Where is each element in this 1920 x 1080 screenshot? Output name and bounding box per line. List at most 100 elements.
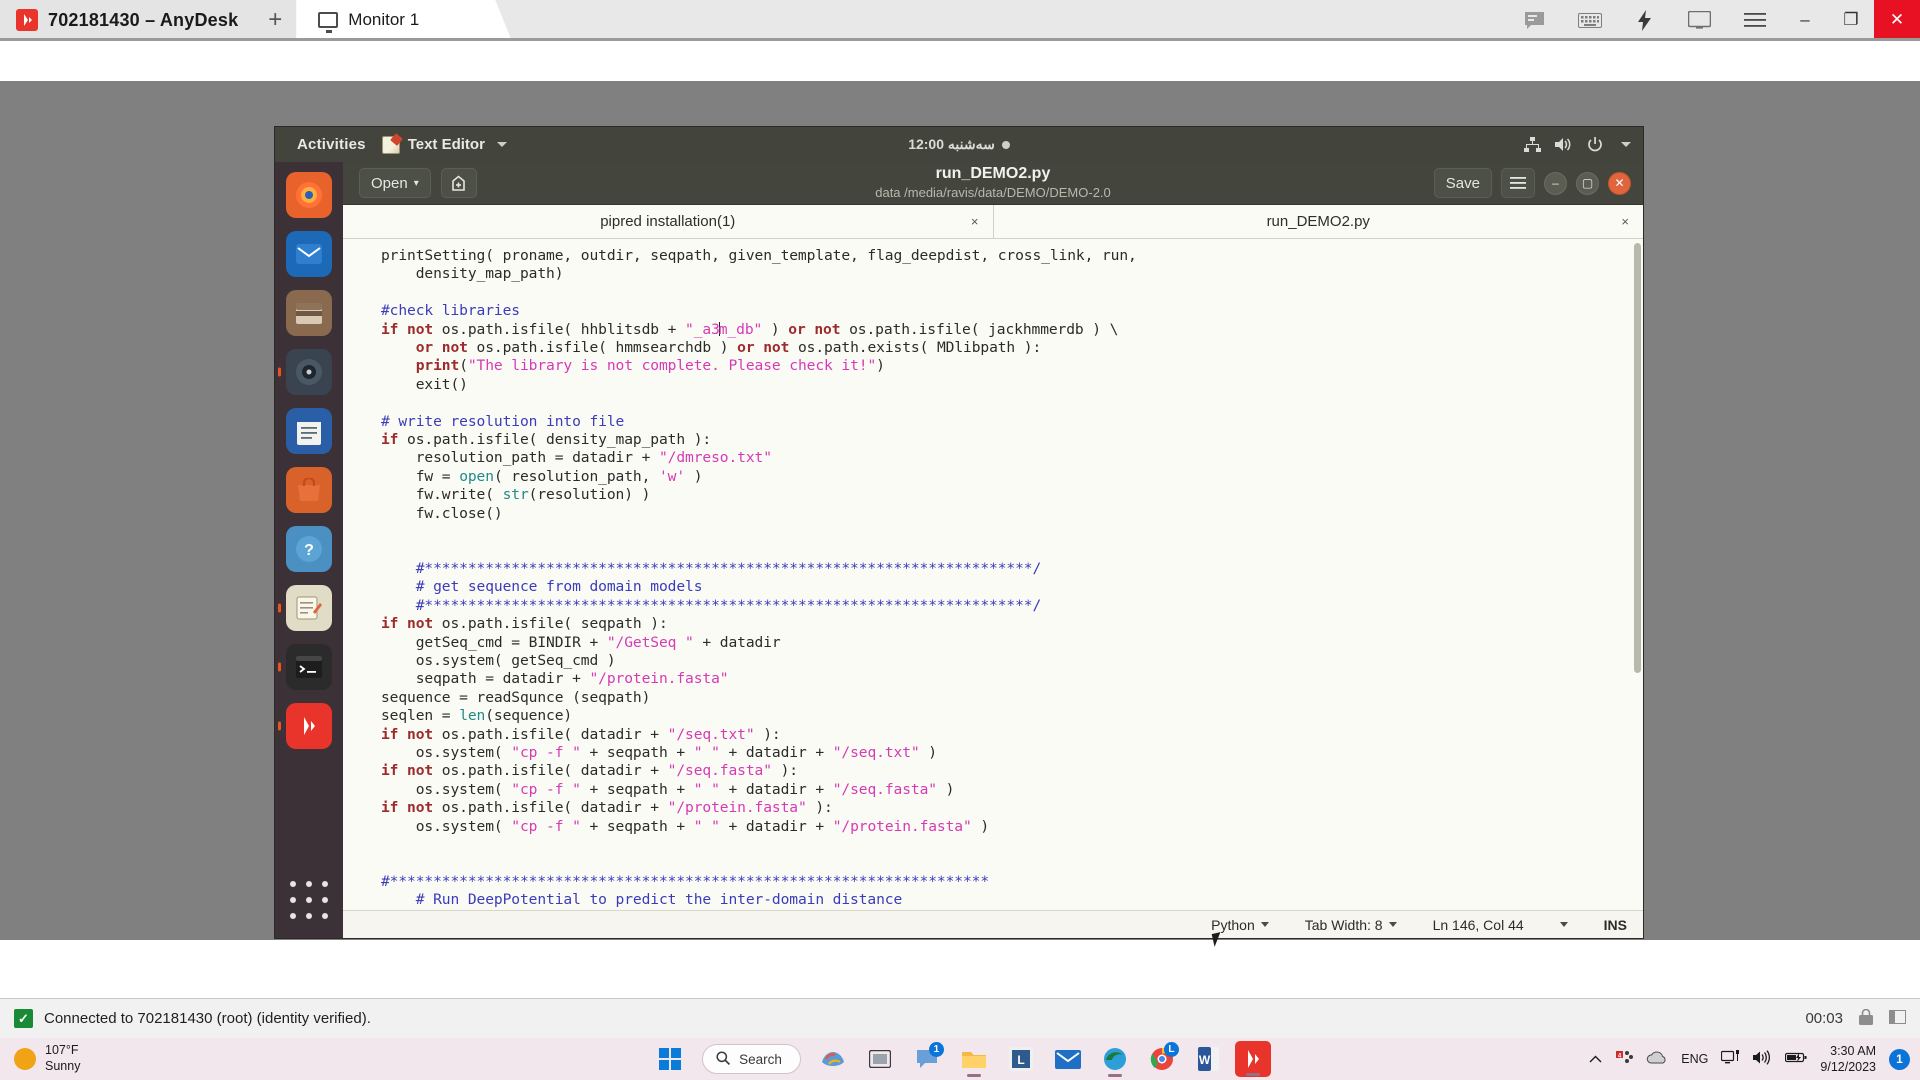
code-line: os.system( "cp -f " + seqpath + " " + da…: [381, 781, 1643, 799]
tab-run-demo2[interactable]: run_DEMO2.py ×: [993, 205, 1643, 238]
notification-badge[interactable]: 1: [1889, 1048, 1910, 1070]
statusbar-extra-menu[interactable]: [1542, 922, 1586, 927]
weather-temperature: 107°F: [45, 1043, 79, 1058]
show-applications-button[interactable]: [287, 878, 331, 922]
new-document-icon[interactable]: [440, 168, 477, 198]
code-line: os.system( getSeq_cmd ): [381, 652, 1643, 670]
code-line: #***************************************…: [381, 560, 1643, 578]
edge-icon[interactable]: [1094, 1040, 1136, 1078]
code-line: fw.close(): [381, 505, 1643, 523]
anydesk-taskbar-icon[interactable]: [1234, 1041, 1271, 1077]
dock-item-thunderbird[interactable]: [286, 231, 332, 277]
code-line: print("The library is not complete. Plea…: [381, 357, 1643, 375]
dock-item-text-editor[interactable]: [286, 585, 332, 631]
code-editor-area[interactable]: printSetting( proname, outdir, seqpath, …: [343, 239, 1643, 910]
gedit-minimize-button[interactable]: –: [1544, 171, 1567, 195]
screen-icon[interactable]: [1672, 0, 1727, 40]
apps-tray-icon[interactable]: 4: [1615, 1050, 1634, 1069]
dock-item-libreoffice-writer[interactable]: [286, 408, 332, 454]
network-icon[interactable]: [1721, 1050, 1740, 1068]
cursor-position: Ln 146, Col 44: [1432, 916, 1524, 933]
gnome-clock-text: سه‌شنبه 12:00: [908, 136, 995, 152]
close-icon[interactable]: ×: [971, 214, 979, 229]
mail-icon[interactable]: [1047, 1040, 1089, 1078]
dock-item-help[interactable]: ?: [286, 526, 332, 572]
chat-icon[interactable]: [1507, 0, 1562, 40]
gnome-clock[interactable]: سه‌شنبه 12:00: [859, 136, 1059, 153]
code-token: ): [936, 780, 955, 798]
code-token: #***************************************…: [415, 596, 1042, 614]
copilot-icon[interactable]: [812, 1040, 854, 1078]
language-selector[interactable]: Python: [1193, 917, 1287, 933]
gnome-system-tray[interactable]: [1524, 127, 1631, 162]
code-token: os.path.isfile( density_map_path ):: [398, 431, 712, 449]
window-close-button[interactable]: ✕: [1874, 0, 1920, 40]
editor-scrollbar[interactable]: [1634, 243, 1641, 673]
hamburger-menu-icon[interactable]: [1501, 168, 1535, 198]
gnome-app-menu[interactable]: Text Editor: [381, 135, 507, 154]
save-button[interactable]: Save: [1433, 168, 1492, 198]
dock-item-rhythmbox[interactable]: [286, 349, 332, 395]
anydesk-status-bar: ✓ Connected to 702181430 (root) (identit…: [0, 998, 1920, 1038]
code-token: os.path.isfile( datadir +: [433, 799, 668, 817]
weather-widget[interactable]: 107°F Sunny: [0, 1043, 200, 1074]
code-token: or not: [415, 339, 468, 357]
gedit-close-button[interactable]: ✕: [1608, 171, 1631, 195]
code-token: + datadir +: [719, 743, 833, 761]
tab-pipred-installation[interactable]: pipred installation(1) ×: [343, 205, 994, 238]
onedrive-icon[interactable]: [1646, 1051, 1668, 1067]
code-token: + seqpath +: [580, 743, 694, 761]
gedit-maximize-button[interactable]: ▢: [1576, 171, 1599, 195]
code-token: #check libraries: [381, 302, 520, 320]
gnome-top-bar: Activities Text Editor سه‌شنبه 12:00: [275, 127, 1643, 162]
file-explorer-icon[interactable]: [953, 1040, 995, 1078]
activities-button[interactable]: Activities: [275, 136, 382, 153]
code-token: fw =: [381, 467, 460, 485]
anydesk-window: 702181430 – AnyDesk + Monitor 1 – ❐ ✕ Ac…: [0, 0, 1920, 1080]
code-token: "/seq.txt": [832, 743, 920, 761]
dock-item-terminal[interactable]: [286, 644, 332, 690]
code-line: seqpath = datadir + "/protein.fasta": [381, 670, 1643, 688]
code-token: os.path.isfile( datadir +: [433, 762, 668, 780]
tab-width-selector[interactable]: Tab Width: 8: [1287, 917, 1415, 933]
anydesk-tab-monitor-1[interactable]: Monitor 1: [296, 0, 511, 40]
volume-icon[interactable]: [1753, 1050, 1772, 1068]
dock-item-ubuntu-software[interactable]: [286, 467, 332, 513]
viewport-bottom-letterbox: [0, 940, 1920, 998]
open-button[interactable]: Open ▾: [359, 168, 431, 198]
window-maximize-button[interactable]: ❐: [1828, 0, 1874, 40]
code-token: if not: [381, 799, 434, 817]
dock-item-anydesk[interactable]: [286, 703, 332, 749]
anydesk-new-tab-button[interactable]: +: [252, 0, 299, 40]
tray-language[interactable]: ENG: [1681, 1052, 1708, 1066]
task-view-icon[interactable]: [859, 1040, 901, 1078]
dock-item-firefox[interactable]: [286, 172, 332, 218]
chat-teams-icon[interactable]: 1: [906, 1040, 948, 1078]
menu-icon[interactable]: [1727, 0, 1782, 40]
code-token: exit(): [381, 375, 468, 393]
notification-dot-icon: [1001, 140, 1010, 149]
close-icon[interactable]: ×: [1621, 214, 1629, 229]
remote-desktop-viewport[interactable]: Activities Text Editor سه‌شنبه 12:00: [0, 41, 1920, 998]
code-token: str: [502, 486, 529, 504]
code-token: "/GetSeq ": [606, 633, 694, 651]
taskbar-clock[interactable]: 3:30 AM 9/12/2023: [1820, 1043, 1876, 1076]
code-line: fw = open( resolution_path, 'w' ): [381, 468, 1643, 486]
keyboard-icon[interactable]: [1562, 0, 1617, 40]
window-minimize-button[interactable]: –: [1782, 0, 1828, 40]
dock-item-files[interactable]: [286, 290, 332, 336]
word-icon[interactable]: W: [1188, 1040, 1230, 1078]
chrome-icon[interactable]: L: [1141, 1040, 1183, 1078]
lock-icon[interactable]: [1859, 1008, 1873, 1029]
battery-icon[interactable]: [1785, 1051, 1807, 1067]
chevron-up-icon[interactable]: [1589, 1052, 1602, 1066]
app-icon[interactable]: L: [1000, 1040, 1042, 1078]
windows-start-icon[interactable]: [649, 1040, 691, 1078]
code-text[interactable]: printSetting( proname, outdir, seqpath, …: [343, 239, 1643, 910]
panel-icon[interactable]: [1889, 1009, 1906, 1028]
gedit-header-bar: Open ▾ run_DEMO2.py data /media/ravis/da…: [343, 162, 1643, 205]
code-line: if not os.path.isfile( datadir + "/prote…: [381, 799, 1643, 817]
bolt-icon[interactable]: [1617, 0, 1672, 40]
search-input[interactable]: Search: [702, 1044, 801, 1074]
